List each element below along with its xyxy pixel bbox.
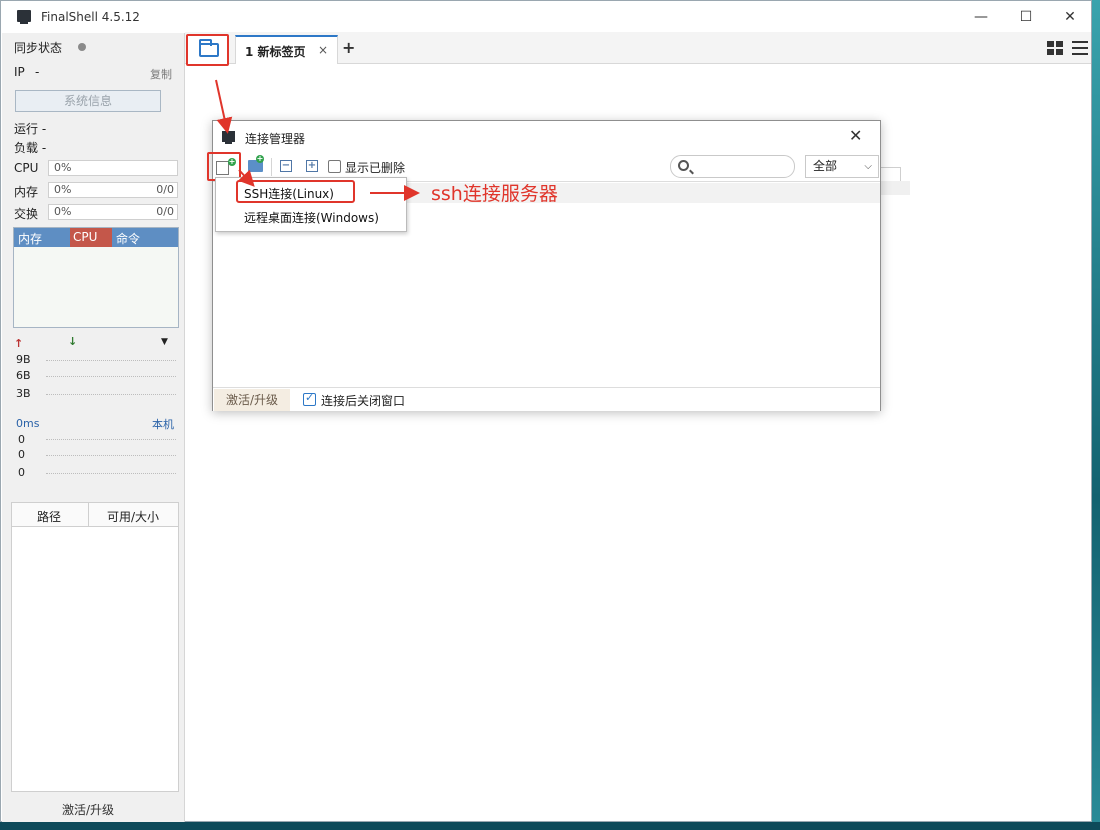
annotation-text: ssh连接服务器 — [431, 183, 558, 205]
arrow-to-dialog — [215, 79, 233, 134]
annotation-arrows — [215, 79, 420, 201]
arrow-to-menu — [237, 169, 255, 187]
